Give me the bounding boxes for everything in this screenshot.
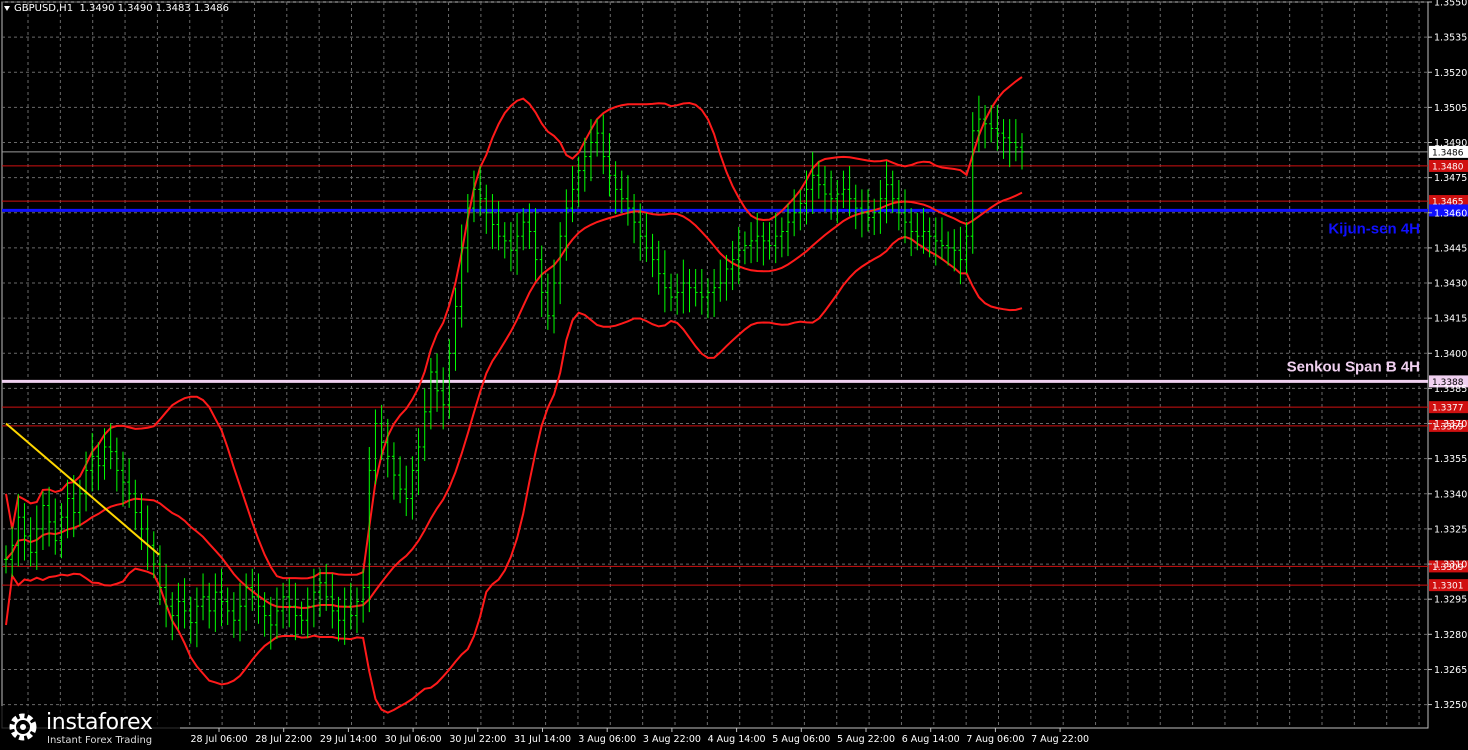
y-tick-label: 1.3250 — [1434, 700, 1467, 711]
x-tick-label: 7 Aug 06:00 — [966, 734, 1024, 745]
y-tick-label: 1.3490 — [1434, 138, 1467, 149]
kijun-sen-label: Kijun-sen 4H — [1328, 220, 1420, 237]
level-price-label: 1.3480 — [1432, 162, 1464, 172]
x-tick-label: 6 Aug 14:00 — [902, 734, 960, 745]
y-tick-label: 1.3325 — [1434, 524, 1467, 535]
y-tick-label: 1.3370 — [1434, 419, 1467, 430]
price-chart: 1.34801.34651.33771.33691.33091.3301Kiju… — [0, 0, 1468, 750]
senkou-span-b-label: Senkou Span B 4H — [1287, 358, 1420, 375]
y-tick-label: 1.3535 — [1434, 33, 1467, 44]
current-price-label: 1.3486 — [1432, 148, 1464, 158]
y-tick-label: 1.3460 — [1434, 208, 1467, 219]
ohlc-readout: 1.3490 1.3490 1.3483 1.3486 — [79, 3, 229, 14]
y-tick-label: 1.3430 — [1434, 279, 1467, 290]
level-price-label: 1.3301 — [1432, 582, 1464, 592]
x-tick-label: 7 Aug 22:00 — [1031, 734, 1089, 745]
y-tick-label: 1.3415 — [1434, 314, 1467, 325]
level-price-label: 1.3377 — [1432, 404, 1464, 414]
y-tick-label: 1.3385 — [1434, 384, 1467, 395]
x-tick-label: 4 Aug 14:00 — [708, 734, 766, 745]
y-axis: 1.35501.35351.35201.35051.34901.34751.34… — [1428, 0, 1467, 711]
x-tick-label: 5 Aug 06:00 — [772, 734, 830, 745]
chart-title: GBPUSD,H1 1.3490 1.3490 1.3483 1.3486 — [4, 3, 229, 14]
x-tick-label: 30 Jul 22:00 — [449, 734, 506, 745]
x-tick-label: 5 Aug 22:00 — [837, 734, 895, 745]
chart-background — [0, 0, 1468, 750]
y-tick-label: 1.3520 — [1434, 68, 1467, 79]
x-tick-label: 30 Jul 06:00 — [385, 734, 442, 745]
y-tick-label: 1.3505 — [1434, 103, 1467, 114]
y-tick-label: 1.3550 — [1434, 0, 1467, 9]
symbol-label: GBPUSD,H1 — [14, 3, 74, 14]
y-tick-label: 1.3475 — [1434, 173, 1467, 184]
y-tick-label: 1.3340 — [1434, 489, 1467, 500]
x-tick-label: 28 Jul 22:00 — [255, 734, 312, 745]
y-tick-label: 1.3295 — [1434, 595, 1467, 606]
y-tick-label: 1.3400 — [1434, 349, 1467, 360]
brand-tagline: Instant Forex Trading — [47, 735, 153, 746]
dropdown-triangle-icon — [4, 5, 10, 11]
y-tick-label: 1.3355 — [1434, 454, 1467, 465]
y-tick-label: 1.3265 — [1434, 665, 1467, 676]
brand-name: instaforex — [46, 710, 153, 735]
x-tick-label: 28 Jul 06:00 — [191, 734, 248, 745]
y-tick-label: 1.3310 — [1434, 560, 1467, 571]
y-tick-label: 1.3445 — [1434, 243, 1467, 254]
gear-logo-icon — [9, 713, 37, 741]
x-tick-label: 3 Aug 22:00 — [643, 734, 701, 745]
y-tick-label: 1.3280 — [1434, 630, 1467, 641]
x-tick-label: 29 Jul 14:00 — [320, 734, 377, 745]
instaforex-logo: instaforex Instant Forex Trading — [0, 706, 180, 750]
x-tick-label: 3 Aug 06:00 — [578, 734, 636, 745]
x-tick-label: 31 Jul 14:00 — [514, 734, 571, 745]
